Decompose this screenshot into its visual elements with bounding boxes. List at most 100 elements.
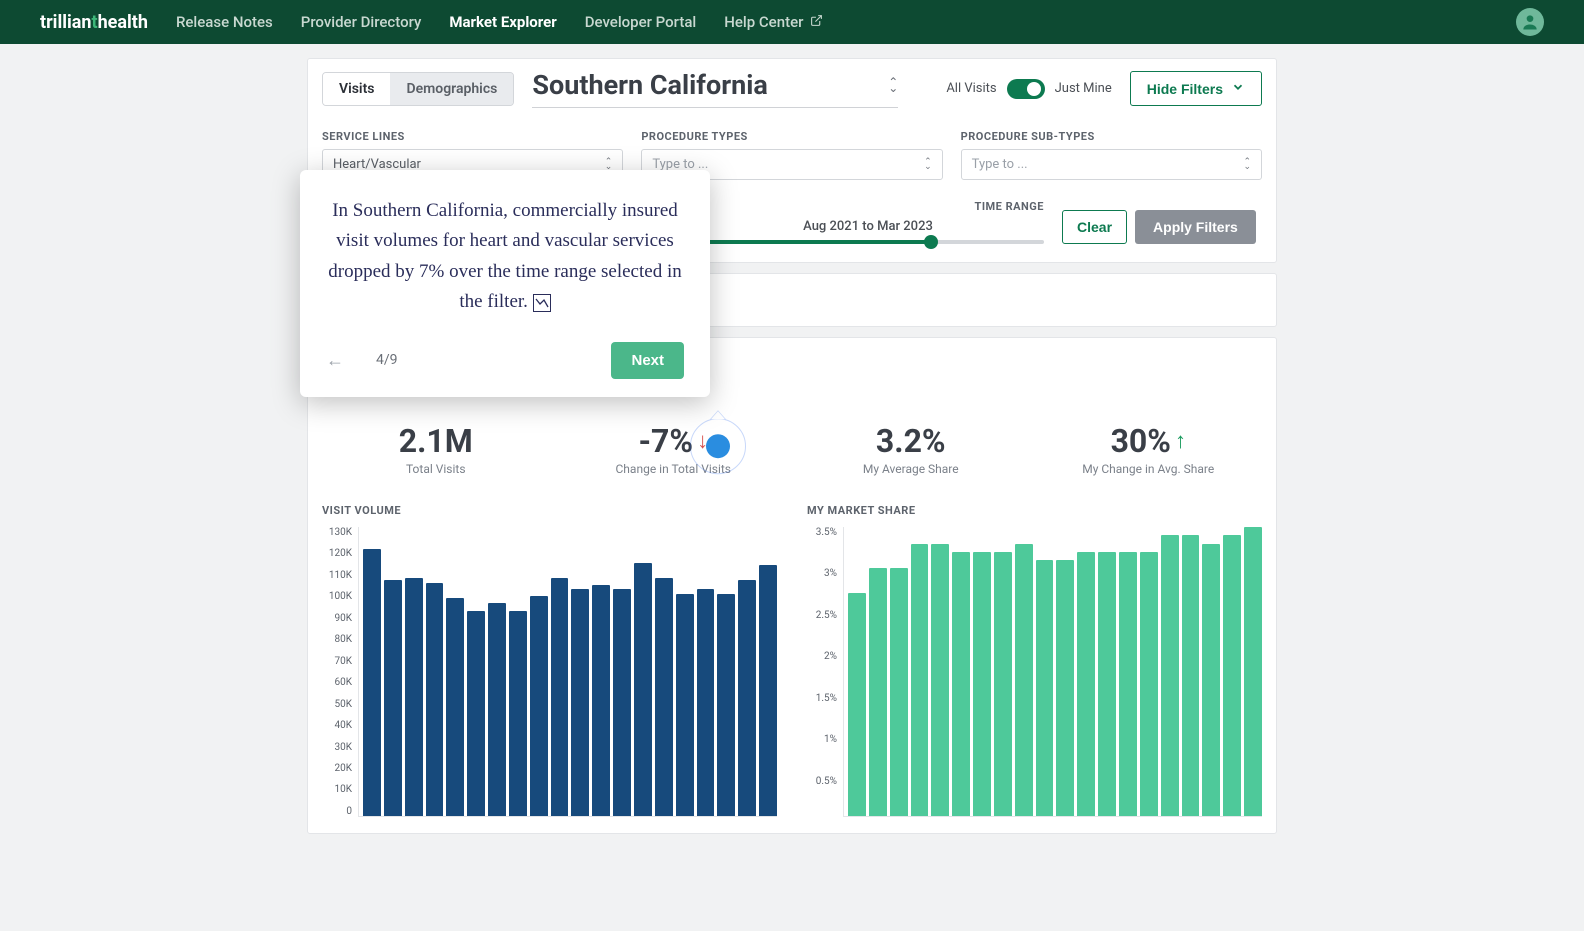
kpi-change-share: 30% ↑ My Change in Avg. Share <box>1035 422 1263 476</box>
brand-part1: trillian <box>40 12 91 33</box>
chart-bar[interactable] <box>1223 535 1241 816</box>
chart-bar[interactable] <box>467 611 485 816</box>
y-tick: 3% <box>807 568 837 579</box>
chart-bar[interactable] <box>1202 544 1220 816</box>
page-container: Visits Demographics Southern California … <box>307 44 1277 858</box>
time-range-value: Aug 2021 to Mar 2023 <box>692 219 1044 234</box>
user-avatar[interactable] <box>1516 8 1544 36</box>
chart-bar[interactable] <box>890 568 908 816</box>
y-tick: 70K <box>322 656 352 667</box>
market-share-chart: MY MARKET SHARE 3.5%3%2.5%2%1.5%1%0.5% <box>807 504 1262 817</box>
chart-bar[interactable] <box>571 589 589 816</box>
hide-filters-button[interactable]: Hide Filters <box>1130 71 1262 106</box>
chart-bar[interactable] <box>1098 552 1116 816</box>
apply-filters-button[interactable]: Apply Filters <box>1135 210 1256 244</box>
brand-part3: health <box>98 12 148 33</box>
chart-bar[interactable] <box>1140 552 1158 816</box>
chart-bar[interactable] <box>738 580 756 816</box>
time-range-slider[interactable] <box>692 240 1044 244</box>
select-arrows-icon: ⌃⌄ <box>605 160 613 170</box>
chevron-down-icon <box>1231 80 1245 97</box>
chart-bar[interactable] <box>1119 552 1137 816</box>
bars-container <box>843 527 1262 817</box>
chart-bar[interactable] <box>931 544 949 816</box>
chart-bar[interactable] <box>634 563 652 816</box>
visit-volume-chart: VISIT VOLUME 130K120K110K100K90K80K70K60… <box>322 504 777 817</box>
chart-bar[interactable] <box>869 568 887 816</box>
kpi-lbl: My Average Share <box>797 462 1025 476</box>
chart-bar[interactable] <box>994 552 1012 816</box>
chart-bar[interactable] <box>952 552 970 816</box>
chart-bar[interactable] <box>384 580 402 816</box>
service-lines-label: SERVICE LINES <box>322 130 623 143</box>
nav-developer-portal[interactable]: Developer Portal <box>585 13 697 31</box>
nav-provider-directory[interactable]: Provider Directory <box>301 13 422 31</box>
view-segment: Visits Demographics <box>322 72 514 106</box>
chart-bar[interactable] <box>697 589 715 816</box>
chart-bar[interactable] <box>759 565 777 816</box>
chart-bar[interactable] <box>676 594 694 816</box>
chart-bar[interactable] <box>717 594 735 816</box>
nav-market-explorer[interactable]: Market Explorer <box>449 13 556 31</box>
clear-button[interactable]: Clear <box>1062 210 1127 244</box>
select-arrows-icon: ⌃⌄ <box>888 79 898 91</box>
y-tick: 20K <box>322 763 352 774</box>
chart-bar[interactable] <box>488 603 506 816</box>
chart-bar[interactable] <box>1056 560 1074 816</box>
y-tick: 0.5% <box>807 776 837 787</box>
chart-bar[interactable] <box>973 552 991 816</box>
hide-filters-label: Hide Filters <box>1147 81 1223 97</box>
chart-bar[interactable] <box>551 578 569 816</box>
chart-bar[interactable] <box>1015 544 1033 816</box>
nav-help-center[interactable]: Help Center <box>724 13 823 31</box>
y-tick: 1.5% <box>807 693 837 704</box>
brand-logo[interactable]: trillian t health <box>40 12 148 33</box>
chart-bar[interactable] <box>363 549 381 816</box>
tour-body: In Southern California, commercially ins… <box>326 196 684 318</box>
chart-bar[interactable] <box>405 578 423 816</box>
chart-bar[interactable] <box>613 589 631 816</box>
trend-up-icon: ↑ <box>1175 428 1186 454</box>
tab-demographics[interactable]: Demographics <box>390 73 513 105</box>
y-tick: 2.5% <box>807 610 837 621</box>
chart-bar[interactable] <box>1182 535 1200 816</box>
chart-bar[interactable] <box>1036 560 1054 816</box>
procedure-sub-placeholder: Type to ... <box>972 157 1028 172</box>
tour-highlight-dot <box>706 434 730 458</box>
chart-bar[interactable] <box>848 593 866 816</box>
kpi-change-visits: -7% ↓ Change in Total Visits <box>560 422 788 476</box>
kpi-avg-share: 3.2% My Average Share <box>797 422 1025 476</box>
chart-bar[interactable] <box>530 596 548 816</box>
external-link-icon <box>810 13 823 31</box>
market-panel: Mark 2.1M Total Visits -7% ↓ Change in T… <box>307 337 1277 834</box>
slider-handle[interactable] <box>924 235 938 249</box>
user-icon <box>1520 12 1540 32</box>
chart-bar[interactable] <box>911 544 929 816</box>
nav-help-center-label: Help Center <box>724 13 803 31</box>
kpi-val: -7% <box>638 422 693 460</box>
tour-back-button[interactable]: ← <box>326 350 344 371</box>
kpi-val: 3.2% <box>797 422 1025 460</box>
chart-bar[interactable] <box>592 585 610 816</box>
y-axis: 3.5%3%2.5%2%1.5%1%0.5% <box>807 527 843 817</box>
y-tick: 50K <box>322 699 352 710</box>
kpi-lbl: My Change in Avg. Share <box>1035 462 1263 476</box>
tab-visits[interactable]: Visits <box>323 73 390 105</box>
region-selector[interactable]: Southern California ⌃⌄ <box>532 69 898 108</box>
chart-bar[interactable] <box>1077 552 1095 816</box>
y-tick: 130K <box>322 527 352 538</box>
visits-toggle[interactable] <box>1007 79 1045 99</box>
chart-bar[interactable] <box>655 578 673 816</box>
chart-bar[interactable] <box>446 598 464 816</box>
chart-bar[interactable] <box>426 583 444 816</box>
tour-next-button[interactable]: Next <box>611 342 684 379</box>
procedure-sub-select[interactable]: Type to ... ⌃⌄ <box>961 149 1262 180</box>
nav-release-notes[interactable]: Release Notes <box>176 13 273 31</box>
chart-bar[interactable] <box>509 611 527 816</box>
region-title: Southern California <box>532 69 768 101</box>
chart-bar[interactable] <box>1244 527 1262 816</box>
toggle-label-all: All Visits <box>946 81 996 96</box>
chart-bar[interactable] <box>1161 535 1179 816</box>
visits-toggle-row: All Visits Just Mine <box>946 79 1111 99</box>
procedure-types-label: PROCEDURE TYPES <box>641 130 942 143</box>
